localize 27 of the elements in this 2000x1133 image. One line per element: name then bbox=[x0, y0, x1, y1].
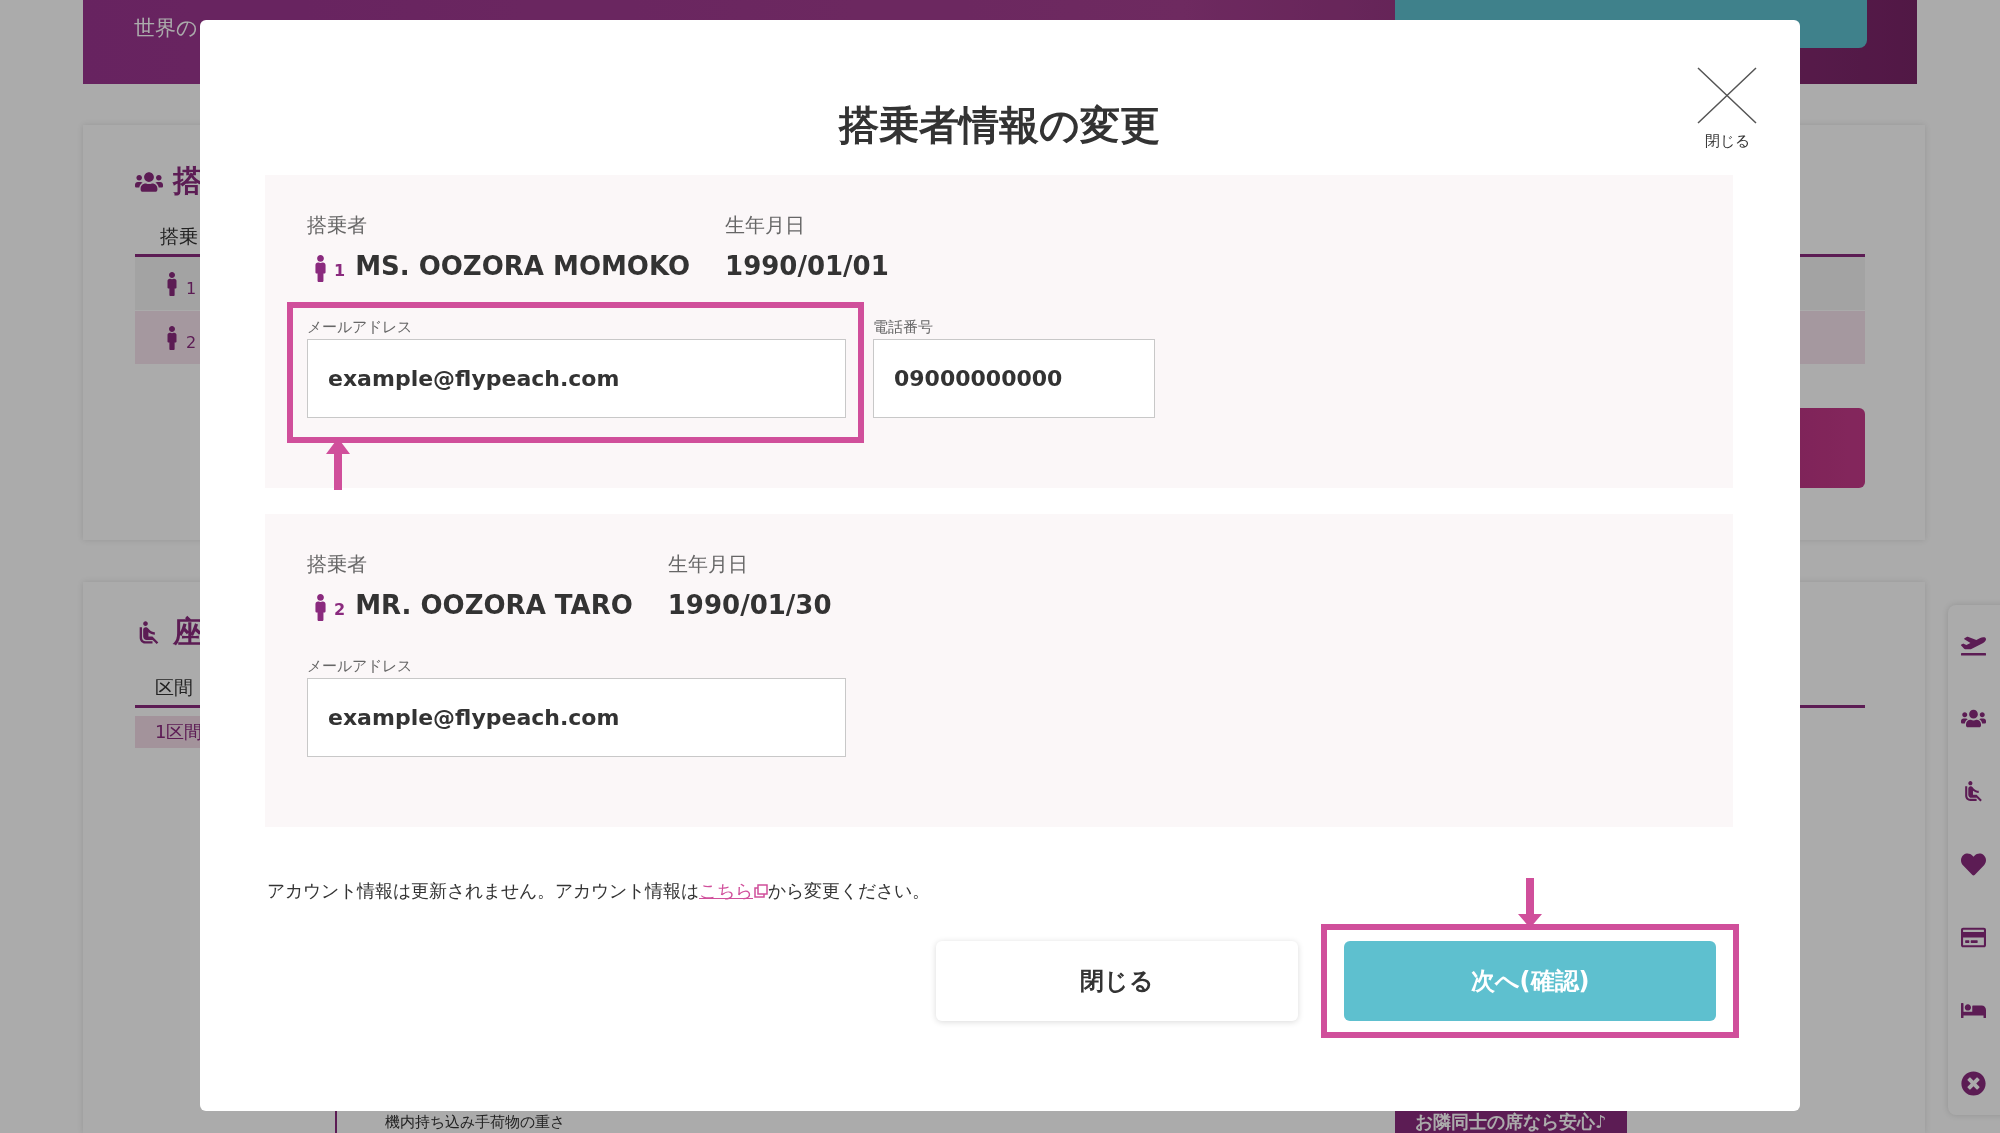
field-label: メールアドレス bbox=[307, 318, 413, 336]
field-label: メールアドレス bbox=[307, 657, 413, 675]
external-link-icon bbox=[754, 884, 768, 898]
account-note: アカウント情報は更新されません。アカウント情報はこちら から変更ください。 bbox=[267, 879, 931, 903]
passenger-number: 1 bbox=[186, 279, 197, 298]
passenger-number: 2 bbox=[334, 601, 346, 619]
input-field[interactable]: example@flypeach.com bbox=[307, 339, 846, 418]
field-caption: 生年月日 bbox=[667, 552, 749, 576]
field-label: 電話番号 bbox=[873, 318, 934, 336]
close-icon bbox=[1697, 67, 1757, 124]
section-title: 座 bbox=[173, 613, 203, 651]
promo-banner: お隣同士の席なら安心♪ bbox=[1395, 1111, 1627, 1133]
close-button[interactable]: 閉じる bbox=[1697, 67, 1757, 150]
passenger-number: 2 bbox=[186, 333, 197, 352]
cancel-icon[interactable] bbox=[1961, 1071, 1987, 1097]
account-link[interactable]: こちら bbox=[699, 879, 768, 903]
field-caption: 搭乗者 bbox=[307, 552, 368, 576]
section-title: 搭 bbox=[173, 162, 203, 200]
birth-date: 1990/01/30 bbox=[667, 589, 832, 622]
passenger-name: MR. OOZORA TARO bbox=[355, 589, 633, 622]
input-field[interactable]: 09000000000 bbox=[873, 339, 1155, 418]
modal-title: 搭乗者情報の変更 bbox=[838, 101, 1160, 150]
heart-icon[interactable] bbox=[1961, 852, 1987, 878]
passenger-number: 1 bbox=[334, 262, 346, 280]
input-field[interactable]: example@flypeach.com bbox=[307, 678, 846, 757]
header-subtitle: 世界の bbox=[134, 16, 198, 40]
close-button[interactable]: 閉じる bbox=[936, 941, 1298, 1021]
